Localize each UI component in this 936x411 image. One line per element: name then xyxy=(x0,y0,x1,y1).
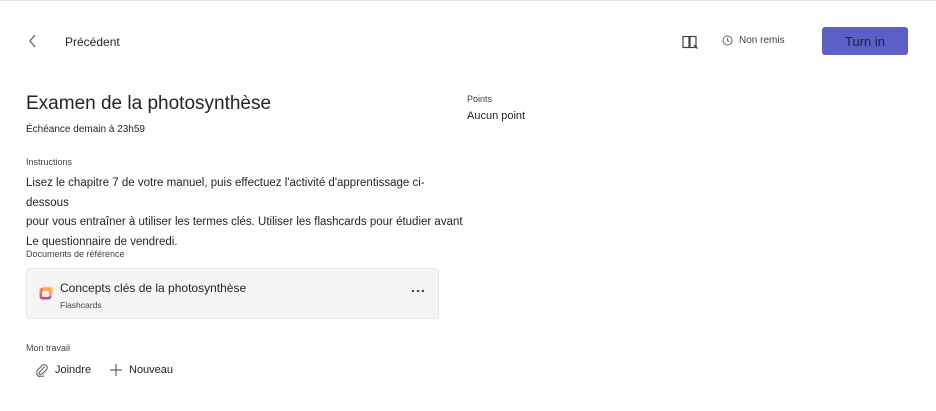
reference-documents-label: Documents de référence xyxy=(26,249,125,259)
top-divider xyxy=(0,0,936,1)
new-label: Nouveau xyxy=(129,364,174,376)
chevron-left-icon xyxy=(29,34,36,48)
immersive-reader-icon xyxy=(681,35,698,49)
reference-document-type: Flashcards xyxy=(60,300,102,310)
attach-button[interactable]: Joindre xyxy=(35,360,91,380)
assignment-title: Examen de la photosynthèse xyxy=(26,93,272,114)
due-date: Échéance demain à 23h59 xyxy=(26,124,145,135)
flashcards-app-icon xyxy=(39,286,53,300)
submission-status: Non remis xyxy=(722,35,785,46)
turn-in-button[interactable]: Turn in xyxy=(822,27,908,55)
more-horizontal-icon xyxy=(411,289,425,293)
new-button[interactable]: Nouveau xyxy=(109,360,173,380)
reference-document-title: Concepts clés de la photosynthèse xyxy=(60,281,247,295)
plus-icon xyxy=(110,364,122,376)
reference-document-card[interactable]: Concepts clés de la photosynthèse Flashc… xyxy=(26,268,439,319)
my-work-label: Mon travail xyxy=(26,343,71,353)
instructions-line: pour vous entraîner à utiliser les terme… xyxy=(26,216,463,228)
paperclip-icon xyxy=(36,364,48,377)
points-label: Points xyxy=(467,94,493,104)
instructions-line: Lisez le chapitre 7 de votre manuel, pui… xyxy=(26,177,425,209)
points-value: Aucun point xyxy=(467,110,526,122)
back-link[interactable]: Précédent xyxy=(65,35,120,49)
status-text: Non remis xyxy=(739,35,785,46)
instructions-label: Instructions xyxy=(26,157,73,167)
clock-icon xyxy=(722,35,733,46)
more-options-button[interactable] xyxy=(408,281,428,301)
attach-label: Joindre xyxy=(55,364,92,376)
instructions-text: Lisez le chapitre 7 de votre manuel, pui… xyxy=(26,174,466,252)
back-button[interactable] xyxy=(22,30,44,52)
immersive-reader-button[interactable] xyxy=(679,32,701,52)
